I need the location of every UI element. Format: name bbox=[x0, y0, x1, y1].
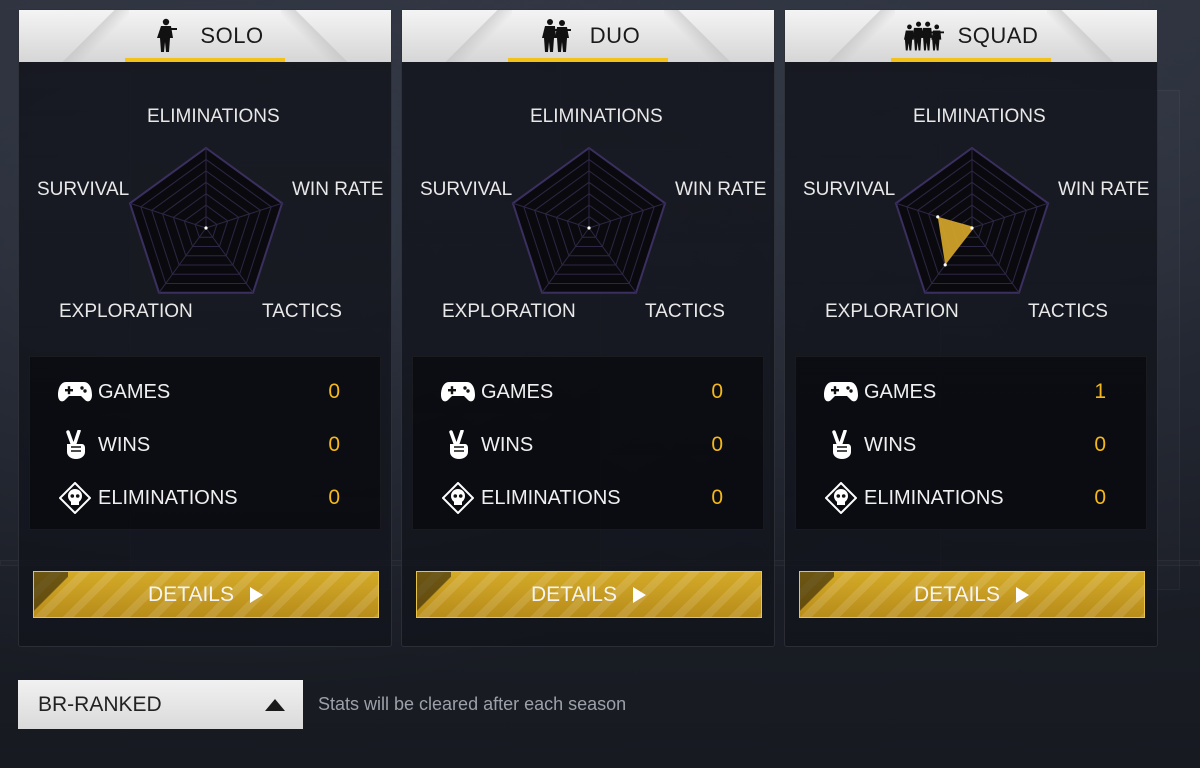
solo-soldier-icon bbox=[146, 18, 186, 54]
duo-soldiers-icon bbox=[536, 18, 576, 54]
stats-box: GAMES 1 WINS 0 ELIMINATIONS 0 bbox=[795, 356, 1147, 530]
radar-label-win-rate: WIN RATE bbox=[1058, 179, 1150, 200]
radar-label-exploration: EXPLORATION bbox=[442, 301, 576, 322]
stat-value: 0 bbox=[328, 486, 340, 509]
card-solo: SOLO ELIMINATIONS WIN RATE TACTICS EXPLO… bbox=[18, 9, 392, 647]
stat-value: 1 bbox=[1094, 380, 1106, 403]
skull-icon bbox=[824, 481, 858, 515]
stat-label: ELIMINATIONS bbox=[481, 486, 621, 509]
radar-center-point bbox=[587, 226, 591, 230]
stat-label: WINS bbox=[98, 433, 151, 456]
card-header: DUO bbox=[402, 10, 774, 62]
stats-box: GAMES 0 WINS 0 ELIMINATIONS 0 bbox=[412, 356, 764, 530]
mode-title: SQUAD bbox=[957, 23, 1039, 48]
radar-chart: ELIMINATIONS WIN RATE TACTICS EXPLORATIO… bbox=[402, 72, 776, 352]
details-button[interactable]: DETAILS bbox=[416, 571, 762, 618]
mode-title: SOLO bbox=[200, 23, 264, 48]
gamepad-icon bbox=[441, 375, 475, 409]
stat-row-games: GAMES 0 bbox=[441, 374, 723, 410]
footer-note: Stats will be cleared after each season bbox=[318, 694, 627, 714]
details-label: DETAILS bbox=[531, 582, 617, 606]
header-underline bbox=[891, 58, 1051, 62]
stat-value: 0 bbox=[328, 433, 340, 456]
victory-hand-icon bbox=[824, 428, 858, 462]
stat-label: ELIMINATIONS bbox=[864, 486, 1004, 509]
stat-label: ELIMINATIONS bbox=[98, 486, 238, 509]
skull-icon bbox=[58, 481, 92, 515]
stat-value: 0 bbox=[328, 380, 340, 403]
radar-label-exploration: EXPLORATION bbox=[825, 301, 959, 322]
radar-value-point bbox=[936, 215, 940, 219]
radar-label-eliminations: ELIMINATIONS bbox=[530, 106, 663, 127]
victory-hand-icon bbox=[441, 428, 475, 462]
stat-value: 0 bbox=[1094, 486, 1106, 509]
header-underline bbox=[125, 58, 285, 62]
radar-label-survival: SURVIVAL bbox=[37, 179, 130, 200]
stat-label: GAMES bbox=[98, 380, 171, 403]
radar-center-point bbox=[204, 226, 208, 230]
card-squad: SQUAD ELIMINATIONS WIN RATE TACTICS EXPL… bbox=[784, 9, 1158, 647]
gamepad-icon bbox=[58, 375, 92, 409]
mode-select-dropdown[interactable]: BR-RANKED bbox=[18, 680, 303, 729]
radar-chart: ELIMINATIONS WIN RATE TACTICS EXPLORATIO… bbox=[19, 72, 393, 352]
radar-label-win-rate: WIN RATE bbox=[292, 179, 384, 200]
stat-label: WINS bbox=[481, 433, 534, 456]
skull-icon bbox=[441, 481, 475, 515]
play-icon bbox=[632, 586, 646, 603]
squad-soldiers-icon bbox=[903, 18, 944, 54]
radar-label-tactics: TACTICS bbox=[1028, 301, 1108, 322]
card-duo: DUO ELIMINATIONS WIN RATE TACTICS EXPLOR… bbox=[401, 9, 775, 647]
card-header: SOLO bbox=[19, 10, 391, 62]
caret-up-icon bbox=[265, 698, 285, 711]
radar-label-eliminations: ELIMINATIONS bbox=[147, 106, 280, 127]
radar-label-win-rate: WIN RATE bbox=[675, 179, 767, 200]
radar-value-point bbox=[943, 263, 947, 267]
stat-value: 0 bbox=[711, 433, 723, 456]
radar-chart: ELIMINATIONS WIN RATE TACTICS EXPLORATIO… bbox=[785, 72, 1159, 352]
stat-value: 0 bbox=[711, 380, 723, 403]
stat-row-wins: WINS 0 bbox=[824, 427, 1106, 463]
stat-row-eliminations: ELIMINATIONS 0 bbox=[58, 480, 340, 516]
victory-hand-icon bbox=[58, 428, 92, 462]
stat-label: GAMES bbox=[481, 380, 554, 403]
stat-row-eliminations: ELIMINATIONS 0 bbox=[441, 480, 723, 516]
stat-value: 0 bbox=[1094, 433, 1106, 456]
mode-select-value: BR-RANKED bbox=[38, 692, 162, 716]
stat-row-eliminations: ELIMINATIONS 0 bbox=[824, 480, 1106, 516]
header-underline bbox=[508, 58, 668, 62]
details-button[interactable]: DETAILS bbox=[799, 571, 1145, 618]
radar-label-exploration: EXPLORATION bbox=[59, 301, 193, 322]
details-label: DETAILS bbox=[914, 582, 1000, 606]
gamepad-icon bbox=[824, 375, 858, 409]
radar-label-tactics: TACTICS bbox=[262, 301, 342, 322]
details-label: DETAILS bbox=[148, 582, 234, 606]
radar-center-point bbox=[970, 226, 974, 230]
stat-row-wins: WINS 0 bbox=[58, 427, 340, 463]
stats-box: GAMES 0 WINS 0 ELIMINATIONS 0 bbox=[29, 356, 381, 530]
stat-value: 0 bbox=[711, 486, 723, 509]
play-icon bbox=[249, 586, 263, 603]
stat-row-wins: WINS 0 bbox=[441, 427, 723, 463]
radar-label-tactics: TACTICS bbox=[645, 301, 725, 322]
radar-label-survival: SURVIVAL bbox=[420, 179, 513, 200]
play-icon bbox=[1015, 586, 1029, 603]
stat-row-games: GAMES 1 bbox=[824, 374, 1106, 410]
stat-row-games: GAMES 0 bbox=[58, 374, 340, 410]
details-button[interactable]: DETAILS bbox=[33, 571, 379, 618]
stat-label: GAMES bbox=[864, 380, 937, 403]
mode-title: DUO bbox=[589, 23, 641, 48]
stat-label: WINS bbox=[864, 433, 917, 456]
radar-label-survival: SURVIVAL bbox=[803, 179, 896, 200]
radar-label-eliminations: ELIMINATIONS bbox=[913, 106, 1046, 127]
card-header: SQUAD bbox=[785, 10, 1157, 62]
